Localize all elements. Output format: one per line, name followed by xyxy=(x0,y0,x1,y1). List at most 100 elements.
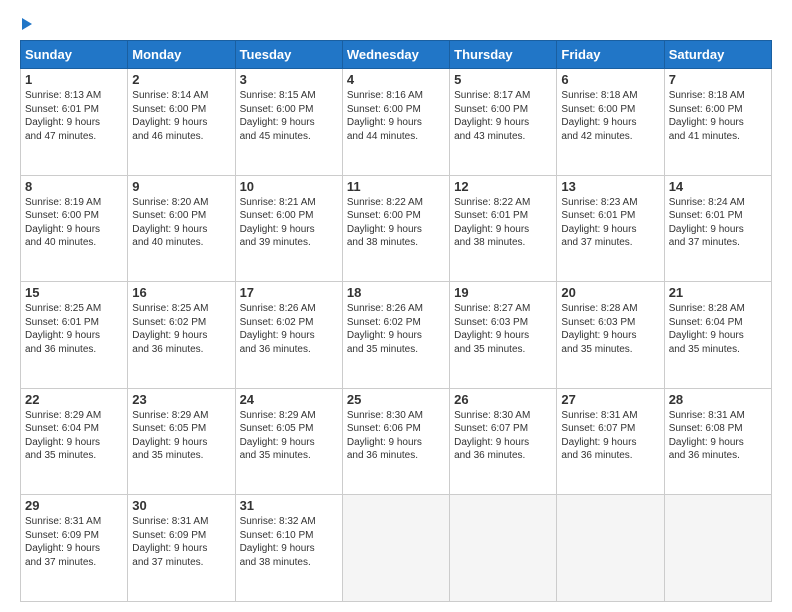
col-header-wednesday: Wednesday xyxy=(342,41,449,69)
cell-sun-info: Sunrise: 8:31 AMSunset: 6:09 PMDaylight:… xyxy=(25,515,123,569)
cell-sun-info: Sunrise: 8:29 AMSunset: 6:05 PMDaylight:… xyxy=(132,409,230,463)
day-number: 30 xyxy=(132,498,230,513)
day-cell: 29 Sunrise: 8:31 AMSunset: 6:09 PMDayligh… xyxy=(21,495,128,602)
week-row-2: 15 Sunrise: 8:25 AMSunset: 6:01 PMDayligh… xyxy=(21,282,772,389)
cell-sun-info: Sunrise: 8:26 AMSunset: 6:02 PMDaylight:… xyxy=(240,302,338,356)
cell-sun-info: Sunrise: 8:30 AMSunset: 6:07 PMDaylight:… xyxy=(454,409,552,463)
cell-sun-info: Sunrise: 8:31 AMSunset: 6:07 PMDaylight:… xyxy=(561,409,659,463)
day-cell: 19 Sunrise: 8:27 AMSunset: 6:03 PMDayligh… xyxy=(450,282,557,389)
day-cell: 22 Sunrise: 8:29 AMSunset: 6:04 PMDayligh… xyxy=(21,388,128,495)
day-cell: 12 Sunrise: 8:22 AMSunset: 6:01 PMDayligh… xyxy=(450,175,557,282)
day-number: 2 xyxy=(132,72,230,87)
cell-sun-info: Sunrise: 8:28 AMSunset: 6:04 PMDaylight:… xyxy=(669,302,767,356)
day-number: 12 xyxy=(454,179,552,194)
day-number: 5 xyxy=(454,72,552,87)
col-header-friday: Friday xyxy=(557,41,664,69)
day-cell: 15 Sunrise: 8:25 AMSunset: 6:01 PMDayligh… xyxy=(21,282,128,389)
day-cell: 18 Sunrise: 8:26 AMSunset: 6:02 PMDayligh… xyxy=(342,282,449,389)
cell-sun-info: Sunrise: 8:22 AMSunset: 6:01 PMDaylight:… xyxy=(454,196,552,250)
day-number: 20 xyxy=(561,285,659,300)
day-number: 23 xyxy=(132,392,230,407)
logo xyxy=(20,16,32,30)
cell-sun-info: Sunrise: 8:14 AMSunset: 6:00 PMDaylight:… xyxy=(132,89,230,143)
day-cell: 16 Sunrise: 8:25 AMSunset: 6:02 PMDayligh… xyxy=(128,282,235,389)
day-cell: 30 Sunrise: 8:31 AMSunset: 6:09 PMDayligh… xyxy=(128,495,235,602)
day-cell xyxy=(342,495,449,602)
day-cell: 8 Sunrise: 8:19 AMSunset: 6:00 PMDaylight… xyxy=(21,175,128,282)
calendar-page: SundayMondayTuesdayWednesdayThursdayFrid… xyxy=(0,0,792,612)
day-cell: 25Sunrise: 8:30 AMSunset: 6:06 PMDayligh… xyxy=(342,388,449,495)
col-header-saturday: Saturday xyxy=(664,41,771,69)
col-header-thursday: Thursday xyxy=(450,41,557,69)
day-number: 24 xyxy=(240,392,338,407)
day-cell: 4Sunrise: 8:16 AMSunset: 6:00 PMDaylight… xyxy=(342,69,449,176)
day-cell: 2 Sunrise: 8:14 AMSunset: 6:00 PMDaylight… xyxy=(128,69,235,176)
day-cell: 10Sunrise: 8:21 AMSunset: 6:00 PMDayligh… xyxy=(235,175,342,282)
day-number: 4 xyxy=(347,72,445,87)
cell-sun-info: Sunrise: 8:18 AMSunset: 6:00 PMDaylight:… xyxy=(669,89,767,143)
day-cell: 31Sunrise: 8:32 AMSunset: 6:10 PMDayligh… xyxy=(235,495,342,602)
day-cell: 7Sunrise: 8:18 AMSunset: 6:00 PMDaylight… xyxy=(664,69,771,176)
day-number: 1 xyxy=(25,72,123,87)
cell-sun-info: Sunrise: 8:17 AMSunset: 6:00 PMDaylight:… xyxy=(454,89,552,143)
cell-sun-info: Sunrise: 8:32 AMSunset: 6:10 PMDaylight:… xyxy=(240,515,338,569)
cell-sun-info: Sunrise: 8:15 AMSunset: 6:00 PMDaylight:… xyxy=(240,89,338,143)
week-row-1: 8 Sunrise: 8:19 AMSunset: 6:00 PMDaylight… xyxy=(21,175,772,282)
cell-sun-info: Sunrise: 8:29 AMSunset: 6:04 PMDaylight:… xyxy=(25,409,123,463)
day-number: 19 xyxy=(454,285,552,300)
col-header-tuesday: Tuesday xyxy=(235,41,342,69)
day-number: 3 xyxy=(240,72,338,87)
day-number: 11 xyxy=(347,179,445,194)
cell-sun-info: Sunrise: 8:25 AMSunset: 6:02 PMDaylight:… xyxy=(132,302,230,356)
cell-sun-info: Sunrise: 8:31 AMSunset: 6:09 PMDaylight:… xyxy=(132,515,230,569)
cell-sun-info: Sunrise: 8:25 AMSunset: 6:01 PMDaylight:… xyxy=(25,302,123,356)
day-cell xyxy=(557,495,664,602)
cell-sun-info: Sunrise: 8:22 AMSunset: 6:00 PMDaylight:… xyxy=(347,196,445,250)
logo-arrow-icon xyxy=(22,18,32,30)
day-cell: 28 Sunrise: 8:31 AMSunset: 6:08 PMDayligh… xyxy=(664,388,771,495)
day-cell xyxy=(450,495,557,602)
day-cell: 5 Sunrise: 8:17 AMSunset: 6:00 PMDaylight… xyxy=(450,69,557,176)
day-number: 10 xyxy=(240,179,338,194)
day-number: 28 xyxy=(669,392,767,407)
day-number: 26 xyxy=(454,392,552,407)
col-header-monday: Monday xyxy=(128,41,235,69)
day-cell: 27 Sunrise: 8:31 AMSunset: 6:07 PMDayligh… xyxy=(557,388,664,495)
day-number: 9 xyxy=(132,179,230,194)
day-cell: 13 Sunrise: 8:23 AMSunset: 6:01 PMDayligh… xyxy=(557,175,664,282)
day-number: 29 xyxy=(25,498,123,513)
cell-sun-info: Sunrise: 8:20 AMSunset: 6:00 PMDaylight:… xyxy=(132,196,230,250)
cell-sun-info: Sunrise: 8:23 AMSunset: 6:01 PMDaylight:… xyxy=(561,196,659,250)
day-number: 15 xyxy=(25,285,123,300)
week-row-0: 1Sunrise: 8:13 AMSunset: 6:01 PMDaylight… xyxy=(21,69,772,176)
day-cell: 26 Sunrise: 8:30 AMSunset: 6:07 PMDayligh… xyxy=(450,388,557,495)
cell-sun-info: Sunrise: 8:31 AMSunset: 6:08 PMDaylight:… xyxy=(669,409,767,463)
col-header-sunday: Sunday xyxy=(21,41,128,69)
day-number: 22 xyxy=(25,392,123,407)
day-number: 14 xyxy=(669,179,767,194)
day-cell: 9 Sunrise: 8:20 AMSunset: 6:00 PMDaylight… xyxy=(128,175,235,282)
day-number: 8 xyxy=(25,179,123,194)
day-number: 17 xyxy=(240,285,338,300)
day-cell: 11 Sunrise: 8:22 AMSunset: 6:00 PMDayligh… xyxy=(342,175,449,282)
day-number: 25 xyxy=(347,392,445,407)
cell-sun-info: Sunrise: 8:19 AMSunset: 6:00 PMDaylight:… xyxy=(25,196,123,250)
day-number: 6 xyxy=(561,72,659,87)
header xyxy=(20,16,772,30)
day-number: 27 xyxy=(561,392,659,407)
day-number: 18 xyxy=(347,285,445,300)
day-cell: 14Sunrise: 8:24 AMSunset: 6:01 PMDayligh… xyxy=(664,175,771,282)
day-cell: 20Sunrise: 8:28 AMSunset: 6:03 PMDayligh… xyxy=(557,282,664,389)
day-number: 13 xyxy=(561,179,659,194)
week-row-3: 22 Sunrise: 8:29 AMSunset: 6:04 PMDayligh… xyxy=(21,388,772,495)
cell-sun-info: Sunrise: 8:26 AMSunset: 6:02 PMDaylight:… xyxy=(347,302,445,356)
day-cell: 24Sunrise: 8:29 AMSunset: 6:05 PMDayligh… xyxy=(235,388,342,495)
cell-sun-info: Sunrise: 8:27 AMSunset: 6:03 PMDaylight:… xyxy=(454,302,552,356)
day-cell: 23 Sunrise: 8:29 AMSunset: 6:05 PMDayligh… xyxy=(128,388,235,495)
day-number: 21 xyxy=(669,285,767,300)
cell-sun-info: Sunrise: 8:18 AMSunset: 6:00 PMDaylight:… xyxy=(561,89,659,143)
day-number: 16 xyxy=(132,285,230,300)
day-cell: 6 Sunrise: 8:18 AMSunset: 6:00 PMDaylight… xyxy=(557,69,664,176)
calendar-table: SundayMondayTuesdayWednesdayThursdayFrid… xyxy=(20,40,772,602)
week-row-4: 29 Sunrise: 8:31 AMSunset: 6:09 PMDayligh… xyxy=(21,495,772,602)
